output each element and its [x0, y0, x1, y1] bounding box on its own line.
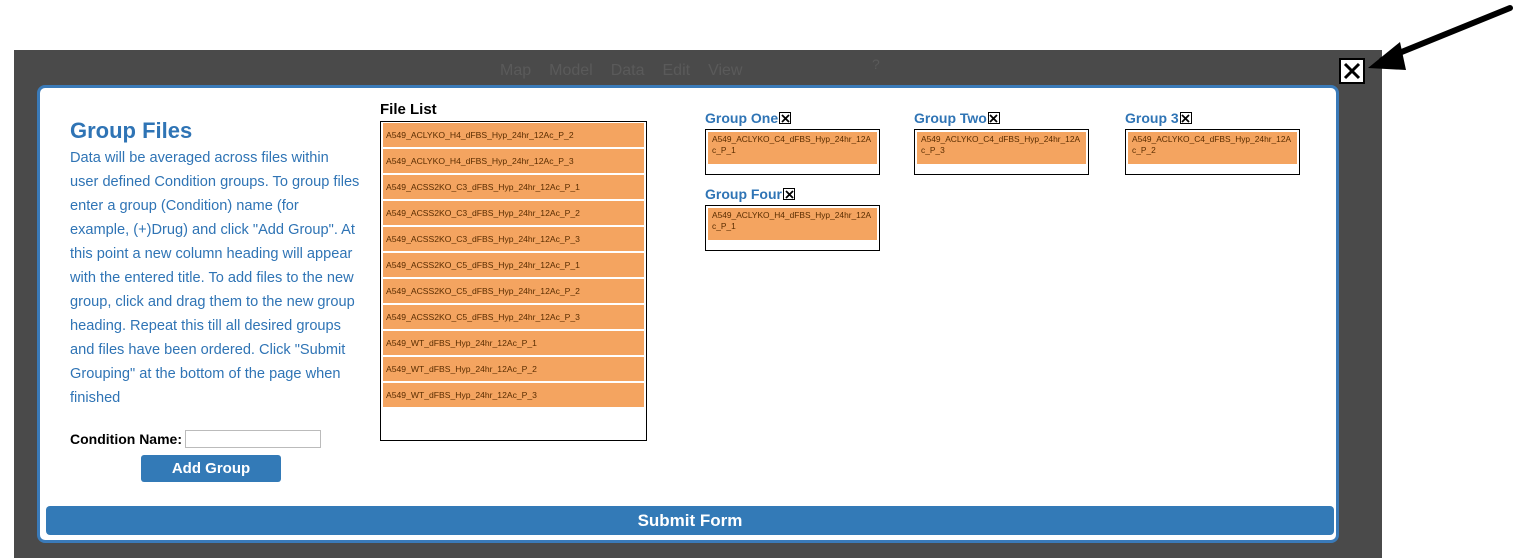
arrow-icon: [1368, 5, 1513, 70]
close-icon: [784, 189, 794, 199]
file-item[interactable]: A549_ACSS2KO_C3_dFBS_Hyp_24hr_12Ac_P_2: [383, 201, 644, 225]
group-file-item[interactable]: A549_ACLYKO_C4_dFBS_Hyp_24hr_12Ac_P_2: [1128, 132, 1297, 164]
bg-menu-data: Data: [610, 62, 645, 79]
remove-group-three-button[interactable]: [1179, 112, 1192, 124]
file-item[interactable]: A549_ACLYKO_H4_dFBS_Hyp_24hr_12Ac_P_2: [383, 123, 644, 147]
file-item[interactable]: A549_WT_dFBS_Hyp_24hr_12Ac_P_3: [383, 383, 644, 407]
group-column-four: Group Four A549_ACLYKO_H4_dFBS_Hyp_24hr_…: [705, 185, 880, 251]
group-drop-zone-two[interactable]: A549_ACLYKO_C4_dFBS_Hyp_24hr_12Ac_P_3: [914, 129, 1089, 175]
file-item[interactable]: A549_ACSS2KO_C5_dFBS_Hyp_24hr_12Ac_P_2: [383, 279, 644, 303]
group-title-one: Group One: [705, 110, 779, 126]
group-title-four: Group Four: [705, 186, 782, 202]
condition-name-input[interactable]: [185, 430, 321, 448]
group-files-modal: Group Files Data will be averaged across…: [37, 85, 1339, 543]
bg-menu-model: Model: [549, 62, 593, 79]
file-item[interactable]: A549_ACSS2KO_C5_dFBS_Hyp_24hr_12Ac_P_3: [383, 305, 644, 329]
close-modal-button[interactable]: [1339, 58, 1365, 84]
modal-title: Group Files: [70, 118, 193, 143]
close-icon: [1181, 113, 1190, 123]
bg-menu-map: Map: [500, 62, 532, 79]
file-list: A549_ACLYKO_H4_dFBS_Hyp_24hr_12Ac_P_2 A5…: [380, 121, 647, 441]
instructions-panel: Group Files Data will be averaged across…: [70, 118, 360, 410]
file-item[interactable]: A549_ACSS2KO_C3_dFBS_Hyp_24hr_12Ac_P_3: [383, 227, 644, 251]
file-item[interactable]: A549_WT_dFBS_Hyp_24hr_12Ac_P_1: [383, 331, 644, 355]
file-item[interactable]: A549_ACLYKO_H4_dFBS_Hyp_24hr_12Ac_P_3: [383, 149, 644, 173]
submit-form-button[interactable]: Submit Form: [46, 506, 1334, 535]
group-column-one: Group One A549_ACLYKO_C4_dFBS_Hyp_24hr_1…: [705, 109, 880, 175]
file-list-title: File List: [380, 101, 437, 118]
group-column-three: Group 3 A549_ACLYKO_C4_dFBS_Hyp_24hr_12A…: [1125, 109, 1300, 175]
group-drop-zone-three[interactable]: A549_ACLYKO_C4_dFBS_Hyp_24hr_12Ac_P_2: [1125, 129, 1300, 175]
remove-group-four-button[interactable]: [783, 188, 795, 200]
group-drop-zone-four[interactable]: A549_ACLYKO_H4_dFBS_Hyp_24hr_12Ac_P_1: [705, 205, 880, 251]
add-group-button[interactable]: Add Group: [141, 455, 281, 482]
file-item[interactable]: A549_ACSS2KO_C3_dFBS_Hyp_24hr_12Ac_P_1: [383, 175, 644, 199]
group-file-item[interactable]: A549_ACLYKO_C4_dFBS_Hyp_24hr_12Ac_P_3: [917, 132, 1086, 164]
bg-menu-edit: Edit: [662, 62, 691, 79]
group-drop-zone-one[interactable]: A549_ACLYKO_C4_dFBS_Hyp_24hr_12Ac_P_1: [705, 129, 880, 175]
condition-name-row: Condition Name:: [70, 430, 321, 448]
close-icon: [989, 113, 998, 123]
file-item[interactable]: A549_WT_dFBS_Hyp_24hr_12Ac_P_2: [383, 357, 644, 381]
close-icon: [1343, 62, 1361, 80]
remove-group-two-button[interactable]: [987, 112, 1000, 124]
condition-name-label: Condition Name:: [70, 431, 182, 447]
close-icon: [780, 113, 790, 123]
group-title-two: Group Two: [914, 110, 987, 126]
remove-group-one-button[interactable]: [779, 112, 792, 124]
file-item[interactable]: A549_ACSS2KO_C5_dFBS_Hyp_24hr_12Ac_P_1: [383, 253, 644, 277]
instructions-text: Data will be averaged across files withi…: [70, 150, 360, 406]
group-file-item[interactable]: A549_ACLYKO_H4_dFBS_Hyp_24hr_12Ac_P_1: [708, 208, 877, 240]
bg-menu-view: View: [708, 62, 743, 79]
bg-help-label: ?: [872, 56, 880, 72]
group-column-two: Group Two A549_ACLYKO_C4_dFBS_Hyp_24hr_1…: [914, 109, 1089, 175]
background-menu-bar: Map Model Data Edit View: [500, 62, 742, 80]
group-title-three: Group 3: [1125, 110, 1179, 126]
group-file-item[interactable]: A549_ACLYKO_C4_dFBS_Hyp_24hr_12Ac_P_1: [708, 132, 877, 164]
